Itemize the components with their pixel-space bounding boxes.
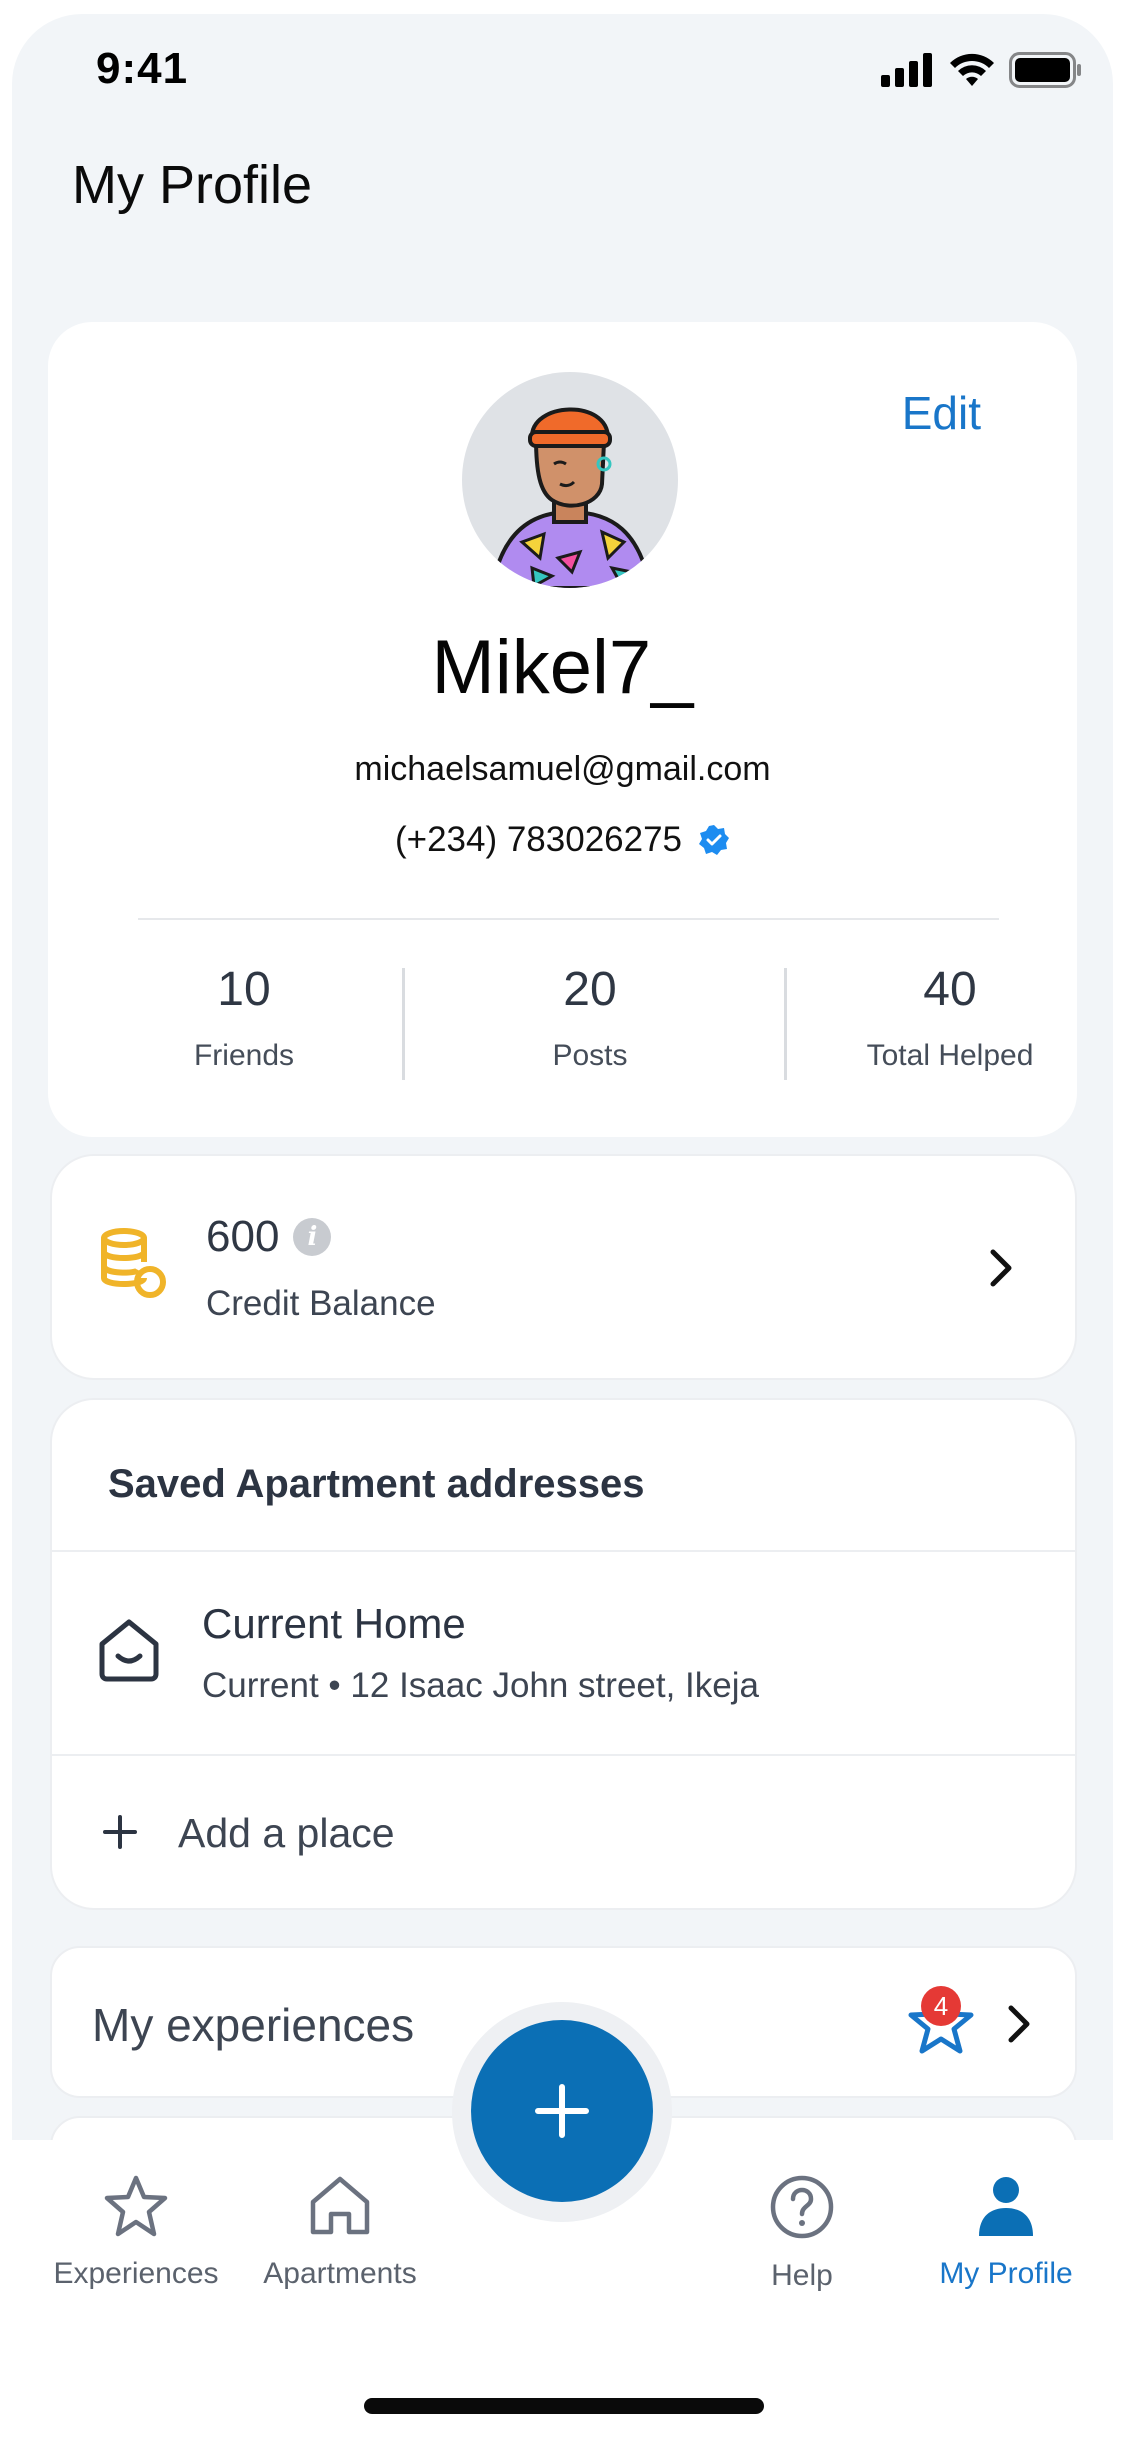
username: Mikel7_ [431,625,694,710]
edit-profile-link[interactable]: Edit [902,386,981,440]
stat-label: Posts [552,1039,628,1072]
address-title: Current Home [202,1600,466,1647]
tab-help[interactable]: Help [702,2174,902,2293]
app-screen: 9:41 My Profile Edit Mikel7_ michaelsamu… [12,14,1113,2437]
house-icon [310,2176,370,2235]
person-icon [979,2177,1033,2236]
stat-separator [402,968,405,1080]
tab-apartments[interactable]: Apartments [240,2174,440,2291]
plus-icon [535,2084,589,2138]
stat-label: Friends [193,1039,295,1072]
stat-posts[interactable]: 20 Posts [440,962,740,1073]
status-time: 9:41 [96,44,189,93]
wifi-icon [950,53,994,86]
home-smile-icon [99,1619,159,1682]
stat-label: Total Helped [866,1039,1034,1072]
chevron-right-icon [990,1249,1012,1287]
stat-total-helped[interactable]: 40 Total Helped [800,962,1100,1073]
credit-balance-card[interactable]: 600 i Credit Balance [50,1154,1077,1380]
tab-experiences[interactable]: Experiences [36,2174,236,2291]
verified-icon [699,825,730,855]
star-icon [104,2175,168,2237]
profile-divider [138,918,999,920]
add-place-button[interactable]: Add a place [52,1756,1075,1910]
tab-label: My Profile [939,2257,1073,2290]
stat-value: 10 [217,963,271,1016]
add-place-label: Add a place [178,1810,395,1856]
address-subtitle: Current • 12 Isaac John street, Ikeja [202,1666,759,1705]
experiences-title: My experiences [92,1999,415,2051]
phone-number: (+234) 783026275 [394,820,683,859]
battery-icon [1009,52,1081,88]
credit-amount: 600 [206,1212,280,1261]
profile-card: Edit Mikel7_ michaelsamuel@gmail.com (+2… [48,322,1077,1137]
home-indicator [364,2398,764,2414]
avatar[interactable] [462,372,678,588]
stat-friends[interactable]: 10 Friends [94,962,394,1073]
tab-label: Apartments [263,2257,417,2290]
info-icon[interactable]: i [293,1218,332,1256]
saved-addresses-title: Saved Apartment addresses [108,1462,645,1506]
avatar-illustration [489,407,653,588]
credit-amount-row: 600 i [206,1212,332,1262]
signal-icon [881,53,932,87]
page-title: My Profile [72,155,313,215]
stat-value: 40 [923,963,977,1016]
status-icons [881,52,1083,88]
credit-label: Credit Balance [206,1284,436,1323]
create-fab-button[interactable] [471,2020,653,2202]
saved-addresses-card: Saved Apartment addresses Current Home C… [50,1398,1077,1910]
phone-line: (+234) 783026275 [48,820,1077,860]
stat-value: 20 [563,963,617,1016]
address-item-current-home[interactable]: Current Home Current • 12 Isaac John str… [52,1552,1075,1754]
stat-separator [784,968,787,1080]
email: michaelsamuel@gmail.com [354,750,771,788]
tab-label: Help [771,2259,833,2292]
plus-icon [103,1815,137,1849]
chevron-right-icon [1008,2005,1030,2043]
help-icon [770,2175,834,2239]
tab-label: Experiences [53,2257,219,2290]
coins-icon [101,1228,166,1298]
tab-my-profile[interactable]: My Profile [906,2174,1106,2291]
notification-badge: 4 [921,1986,961,2026]
